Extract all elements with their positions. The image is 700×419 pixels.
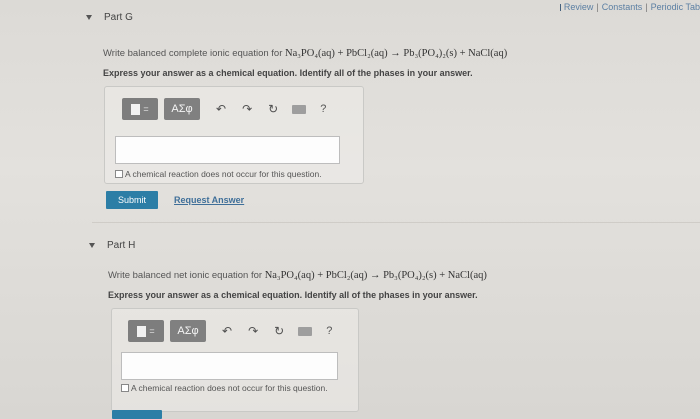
keyboard-icon[interactable] — [298, 326, 313, 336]
reset-icon[interactable]: ↻ — [268, 103, 278, 115]
keyboard-icon[interactable] — [292, 104, 307, 114]
undo-icon[interactable]: ↶ — [222, 325, 232, 337]
help-icon[interactable]: ? — [326, 325, 332, 337]
question-prefix: Write balanced complete ionic equation f… — [103, 48, 283, 59]
chemical-equation: Na₃PO₄(aq) + PbCl₂(aq) → Pb₃(PO₄)₂(s) + … — [264, 270, 487, 281]
part-h-header[interactable]: Part H — [89, 240, 135, 251]
undo-icon[interactable]: ↶ — [216, 103, 226, 115]
chemical-equation: Na₃PO₄(aq) + PbCl₂(aq) → Pb₃(PO₄)₂(s) + … — [285, 48, 508, 59]
part-h-answer-input[interactable] — [121, 352, 338, 380]
part-h-no-reaction[interactable]: A chemical reaction does not occur for t… — [121, 383, 328, 393]
no-reaction-checkbox[interactable] — [115, 170, 123, 178]
request-answer-link[interactable]: Request Answer — [174, 195, 244, 205]
help-icon[interactable]: ? — [320, 103, 326, 115]
nav-separator: | — [596, 2, 599, 12]
redo-icon[interactable]: ↷ — [242, 103, 252, 115]
templates-button[interactable]: = — [128, 320, 164, 342]
greek-symbols-button[interactable]: ΑΣφ — [170, 320, 206, 342]
template-block-icon — [137, 325, 147, 337]
part-g-answer-input[interactable] — [115, 136, 340, 164]
question-prefix: Write balanced net ionic equation for — [108, 270, 263, 281]
part-g-question: Write balanced complete ionic equation f… — [103, 48, 507, 59]
collapse-triangle-icon[interactable] — [89, 243, 95, 248]
review-link[interactable]: Review — [564, 2, 594, 12]
part-g-header[interactable]: Part G — [86, 12, 133, 23]
part-g-toolbar: = ΑΣφ ↶ ↷ ↻ ? — [122, 98, 326, 120]
collapse-triangle-icon[interactable] — [86, 15, 92, 20]
reset-icon[interactable]: ↻ — [274, 325, 284, 337]
redo-icon[interactable]: ↷ — [248, 325, 258, 337]
part-h-instruction: Express your answer as a chemical equati… — [108, 290, 478, 300]
template-equals-icon: = — [143, 103, 149, 114]
periodic-table-link[interactable]: Periodic Tab — [651, 2, 700, 12]
no-reaction-checkbox[interactable] — [121, 384, 129, 392]
no-reaction-label: A chemical reaction does not occur for t… — [131, 383, 328, 393]
part-g-instruction: Express your answer as a chemical equati… — [103, 68, 473, 78]
part-g-title: Part G — [104, 12, 133, 23]
template-block-icon — [131, 103, 141, 115]
constants-link[interactable]: Constants — [602, 2, 643, 12]
top-nav: Review | Constants | Periodic Tab — [560, 2, 700, 12]
nav-separator: | — [645, 2, 648, 12]
part-h-question: Write balanced net ionic equation for Na… — [108, 270, 487, 281]
part-h-toolbar: = ΑΣφ ↶ ↷ ↻ ? — [128, 320, 332, 342]
greek-symbols-button[interactable]: ΑΣφ — [164, 98, 200, 120]
submit-button[interactable]: Submit — [106, 191, 158, 209]
submit-button[interactable] — [112, 410, 162, 419]
templates-button[interactable]: = — [122, 98, 158, 120]
review-icon — [560, 3, 561, 11]
section-divider — [92, 222, 700, 223]
part-h-title: Part H — [107, 240, 136, 251]
no-reaction-label: A chemical reaction does not occur for t… — [125, 169, 322, 179]
template-equals-icon: = — [149, 325, 155, 336]
part-g-no-reaction[interactable]: A chemical reaction does not occur for t… — [115, 169, 322, 179]
